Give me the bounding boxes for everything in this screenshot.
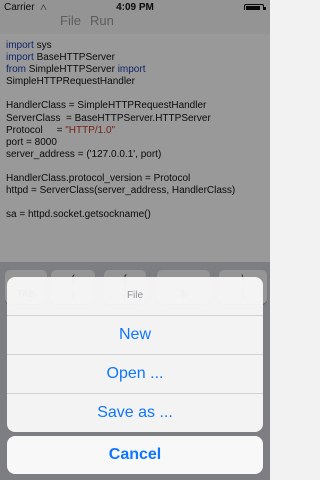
action-sheet-title: File (7, 277, 263, 316)
cancel-button[interactable]: Cancel (7, 436, 263, 474)
new-button[interactable]: New (7, 316, 263, 355)
save-as-button[interactable]: Save as ... (7, 394, 263, 432)
open-button[interactable]: Open ... (7, 355, 263, 394)
action-sheet: File New Open ... Save as ... (7, 277, 263, 432)
